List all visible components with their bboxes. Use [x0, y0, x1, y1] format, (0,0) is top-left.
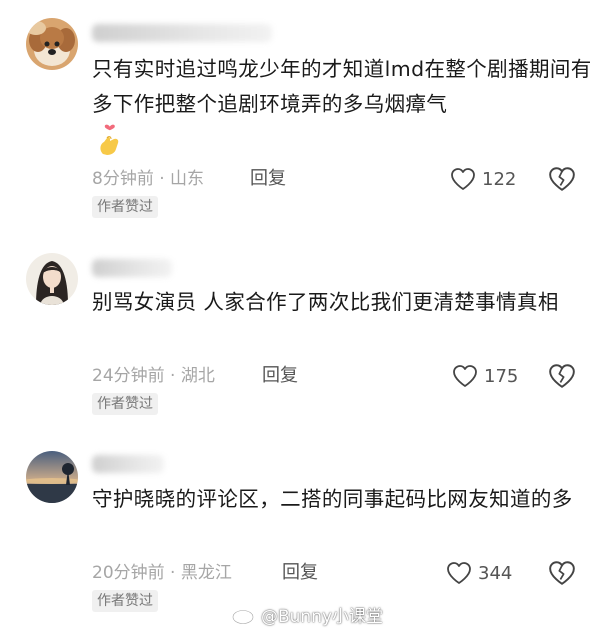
user-avatar[interactable] — [26, 451, 78, 503]
meta-separator: · — [170, 563, 176, 583]
reply-button[interactable]: 回复 — [282, 561, 318, 585]
watermark-text: @Bunny小课堂 — [261, 606, 384, 627]
comment-time: 20分钟前 — [92, 563, 165, 583]
watermark: @Bunny小课堂 — [232, 600, 383, 628]
sunset-avatar-image — [26, 451, 78, 503]
like-button[interactable]: 344 — [446, 560, 512, 586]
comment-text: 守护晓晓的评论区，二搭的同事起码比网友知道的多 — [92, 487, 573, 511]
like-count: 344 — [478, 562, 513, 584]
dislike-button[interactable] — [548, 560, 576, 586]
comment-location: 黑龙江 — [180, 563, 232, 583]
username-blurred[interactable] — [92, 455, 164, 473]
heart-outline-icon — [447, 562, 471, 584]
broken-heart-icon — [549, 561, 575, 585]
comment-meta: 20分钟前 · 黑龙江 — [92, 561, 232, 585]
weibo-icon — [232, 606, 257, 625]
comment-item: 守护晓晓的评论区，二搭的同事起码比网友知道的多 20分钟前 · 黑龙江 回复 3… — [0, 0, 600, 620]
author-liked-badge: 作者赞过 — [92, 590, 158, 612]
